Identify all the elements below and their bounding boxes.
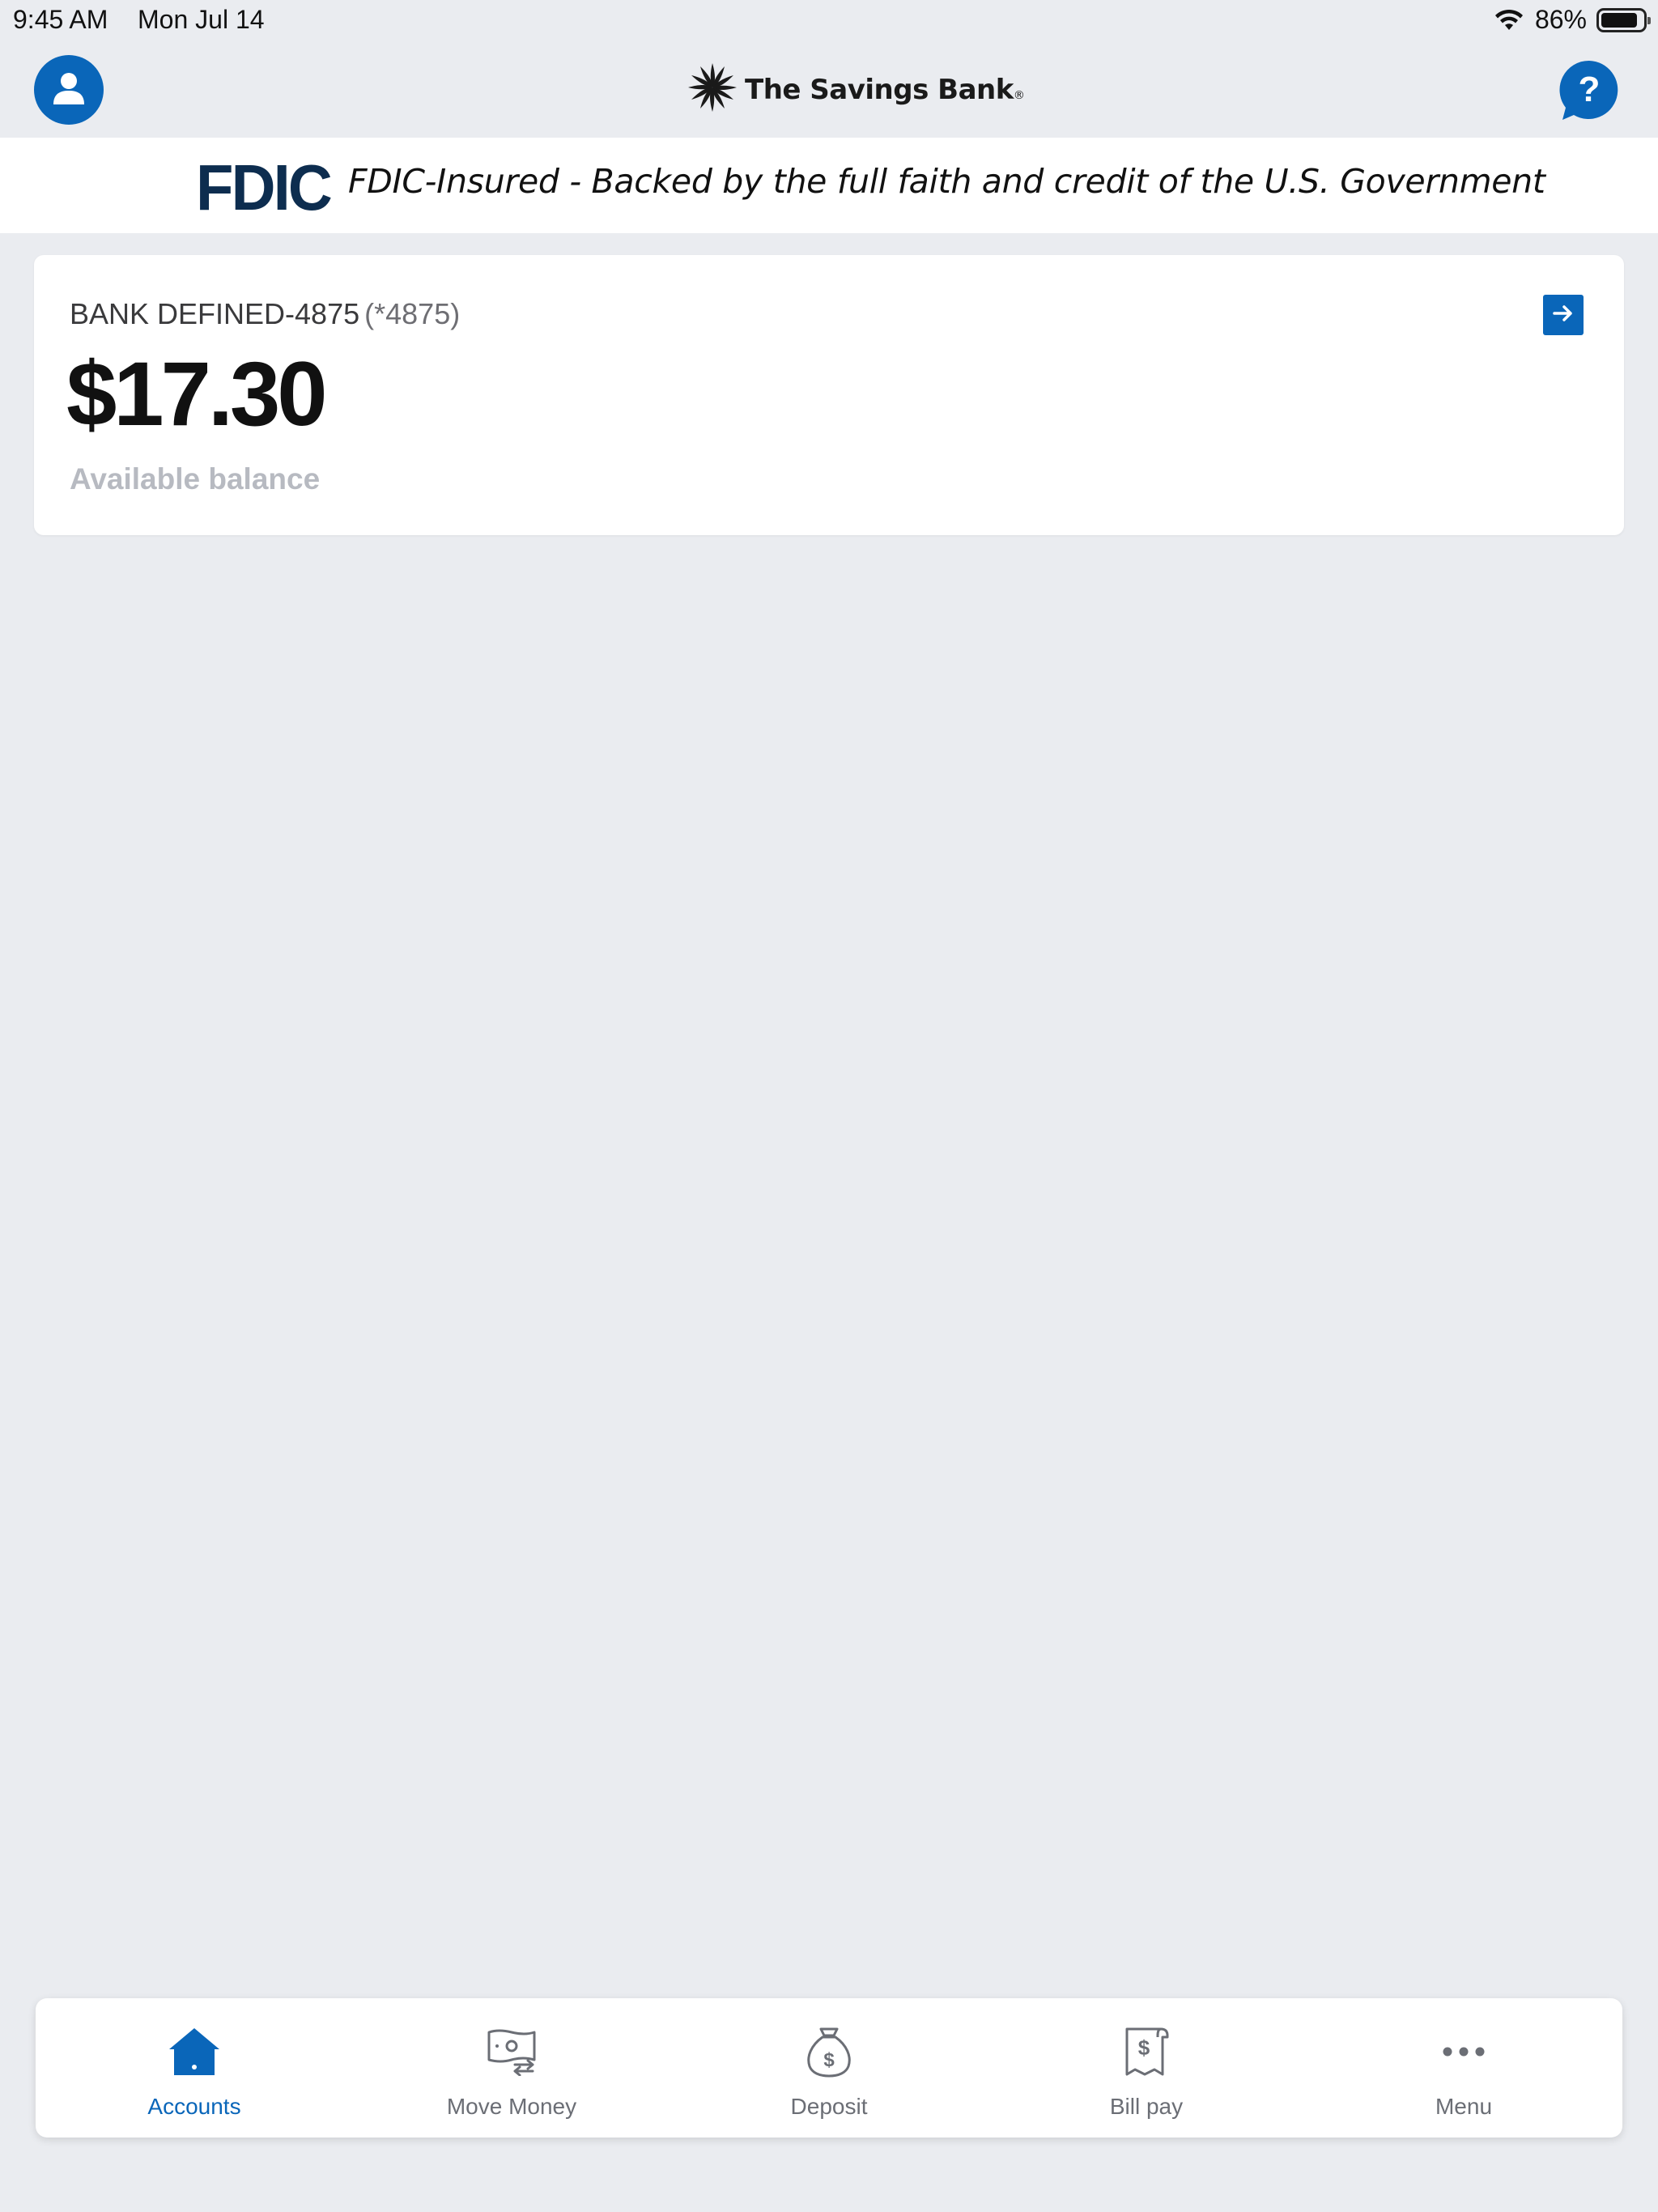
account-details-button[interactable] bbox=[1543, 295, 1584, 335]
pinwheel-logo-icon bbox=[687, 62, 738, 117]
tab-bill-pay[interactable]: $ Bill pay bbox=[988, 1998, 1305, 2138]
bill-icon: $ bbox=[1117, 2023, 1175, 2081]
brand-name: The Savings Bank® bbox=[745, 73, 1025, 106]
status-date: Mon Jul 14 bbox=[138, 5, 265, 34]
fdic-logo: FDIC bbox=[196, 151, 333, 223]
home-icon bbox=[165, 2023, 223, 2081]
status-indicators: 86% bbox=[1493, 5, 1651, 35]
more-dots-icon bbox=[1435, 2023, 1493, 2081]
tab-label: Accounts bbox=[147, 2094, 241, 2119]
tab-deposit[interactable]: $ Deposit bbox=[670, 1998, 988, 2138]
svg-text:?: ? bbox=[1579, 70, 1601, 109]
fdic-insured-text: FDIC-Insured - Backed by the full faith … bbox=[348, 162, 1545, 201]
svg-text:$: $ bbox=[1138, 2035, 1150, 2060]
profile-button[interactable] bbox=[34, 55, 104, 125]
account-title: BANK DEFINED-4875 bbox=[70, 297, 360, 330]
tab-label: Menu bbox=[1435, 2094, 1493, 2119]
transfer-money-icon bbox=[483, 2023, 541, 2081]
tab-move-money[interactable]: Move Money bbox=[353, 1998, 670, 2138]
bottom-tab-bar: Accounts Move Money $ Deposit $ Bill pay… bbox=[36, 1998, 1622, 2138]
tab-label: Move Money bbox=[446, 2094, 577, 2119]
account-balance: $17.30 bbox=[66, 343, 328, 445]
brand-logo: The Savings Bank® bbox=[687, 62, 1025, 117]
tab-label: Deposit bbox=[790, 2094, 868, 2119]
account-name: BANK DEFINED-4875 (*4875) bbox=[70, 297, 460, 331]
status-bar: 9:45 AM Mon Jul 14 86% bbox=[0, 0, 1658, 42]
tab-accounts[interactable]: Accounts bbox=[36, 1998, 353, 2138]
status-time: 9:45 AM bbox=[13, 5, 108, 34]
fdic-banner: FDIC FDIC-Insured - Backed by the full f… bbox=[0, 138, 1658, 233]
tab-menu[interactable]: Menu bbox=[1305, 1998, 1622, 2138]
battery-icon bbox=[1596, 7, 1651, 32]
arrow-right-icon bbox=[1553, 304, 1574, 326]
wifi-icon bbox=[1493, 8, 1525, 32]
money-bag-icon: $ bbox=[800, 2023, 858, 2081]
tab-label: Bill pay bbox=[1109, 2094, 1184, 2119]
svg-text:$: $ bbox=[823, 2049, 835, 2071]
person-icon bbox=[49, 69, 88, 112]
help-button[interactable]: ? bbox=[1558, 58, 1621, 121]
account-card[interactable]: BANK DEFINED-4875 (*4875) $17.30 Availabl… bbox=[34, 255, 1624, 535]
battery-percentage: 86% bbox=[1534, 5, 1587, 34]
help-chat-icon: ? bbox=[1558, 60, 1621, 125]
account-number-mask: (*4875) bbox=[364, 297, 461, 330]
balance-label: Available balance bbox=[70, 462, 321, 496]
app-header: The Savings Bank® ? bbox=[0, 42, 1658, 138]
